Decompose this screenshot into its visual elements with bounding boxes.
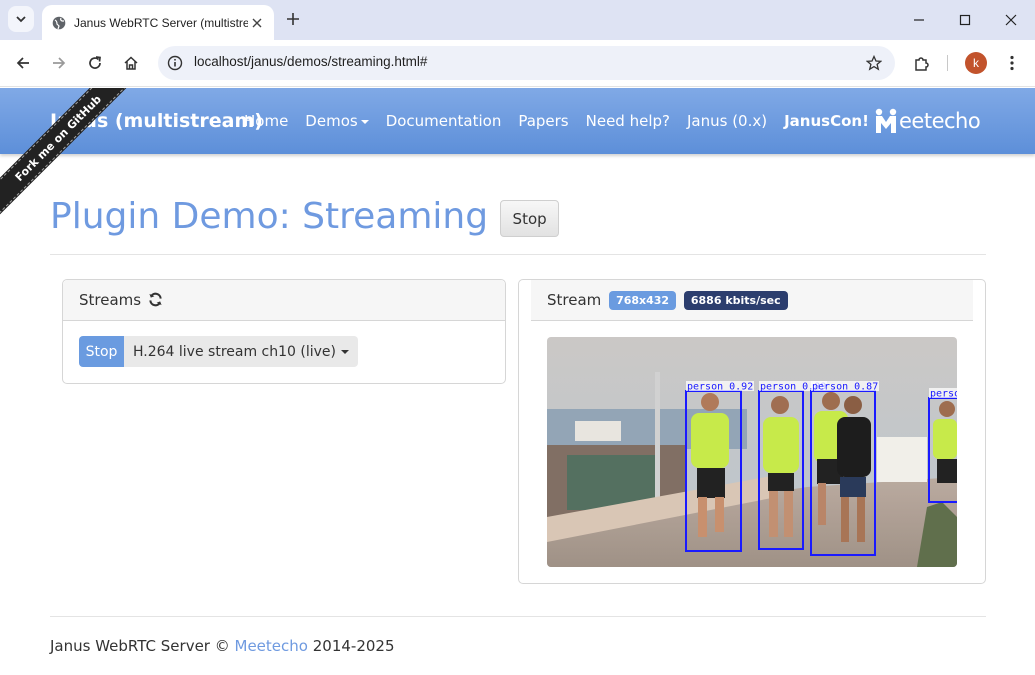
- footer-divider: [50, 616, 986, 617]
- footer: Janus WebRTC Server © Meetecho 2014-2025: [50, 637, 395, 655]
- maximize-button[interactable]: [955, 10, 975, 30]
- detection-label: person 0.87: [812, 382, 878, 393]
- meetecho-m-icon: [875, 108, 897, 133]
- footer-prefix: Janus WebRTC Server ©: [50, 637, 230, 655]
- nav-item-papers[interactable]: Papers: [518, 112, 568, 130]
- stream-controls: Stop H.264 live stream ch10 (live): [79, 336, 358, 367]
- tab-search-button[interactable]: [8, 6, 34, 32]
- stream-select-dropdown[interactable]: H.264 live stream ch10 (live): [124, 336, 358, 367]
- more-vertical-icon: [1010, 55, 1014, 71]
- new-tab-button[interactable]: [283, 9, 303, 29]
- page: Janus (multistream) Home Demos Documentati…: [0, 88, 1035, 675]
- forward-button[interactable]: [48, 52, 70, 74]
- nav-item-home[interactable]: Home: [244, 112, 288, 130]
- tab-close-icon[interactable]: [248, 14, 266, 32]
- globe-icon: [52, 16, 66, 29]
- bitrate-badge: 6886 kbits/sec: [683, 291, 788, 310]
- browser-menu-button[interactable]: [1001, 52, 1023, 74]
- caret-down-icon: [360, 119, 369, 124]
- arrow-right-icon: [53, 57, 66, 69]
- nav-item-janus-0-x[interactable]: Janus (0.x): [687, 112, 767, 130]
- video-frame: person 0.92person 0.89person 0.87person …: [547, 337, 957, 567]
- bookmark-star-icon[interactable]: [865, 54, 883, 72]
- detection-label: person 0.92: [687, 382, 753, 393]
- close-icon: [1005, 14, 1017, 26]
- streams-panel-title: Streams: [79, 291, 163, 309]
- close-window-button[interactable]: [1001, 10, 1021, 30]
- navbar-menu: Home Demos Documentation Papers Need help? Ja…: [244, 112, 886, 130]
- streams-panel: Streams Stop H.264 live stream ch10 (liv…: [62, 279, 506, 384]
- divider: [50, 254, 986, 255]
- heading-row: Plugin Demo: Streaming Stop: [50, 196, 560, 237]
- home-icon: [124, 56, 138, 70]
- back-button[interactable]: [12, 52, 34, 74]
- stream-panel-title: Stream 768x432 6886 kbits/sec: [547, 291, 788, 310]
- selected-stream-label: H.264 live stream ch10 (live): [133, 343, 336, 360]
- footer-years: 2014-2025: [312, 637, 395, 655]
- chevron-down-icon: [16, 16, 26, 23]
- page-title: Plugin Demo: Streaming: [50, 196, 489, 237]
- nav-item-documentation[interactable]: Documentation: [386, 112, 502, 130]
- stop-demo-button[interactable]: Stop: [500, 200, 560, 237]
- detection-label: person 0.85: [930, 389, 957, 400]
- video-player[interactable]: person 0.92person 0.89person 0.87person …: [547, 337, 957, 567]
- caret-down-icon: [340, 349, 349, 354]
- resolution-badge: 768x432: [609, 291, 677, 310]
- browser-titlebar: Janus WebRTC Server (multistre: [0, 0, 1035, 40]
- stop-stream-button[interactable]: Stop: [79, 336, 124, 367]
- stream-panel: Stream 768x432 6886 kbits/sec person 0.9…: [518, 279, 986, 584]
- minimize-button[interactable]: [909, 10, 929, 30]
- plus-icon: [287, 13, 299, 25]
- reload-button[interactable]: [84, 52, 106, 74]
- maximize-icon: [959, 14, 971, 26]
- tab-title: Janus WebRTC Server (multistre: [74, 15, 248, 30]
- home-button[interactable]: [120, 52, 142, 74]
- browser-tab[interactable]: Janus WebRTC Server (multistre: [42, 5, 274, 40]
- stream-panel-header: Stream 768x432 6886 kbits/sec: [531, 280, 973, 321]
- nav-item-need-help[interactable]: Need help?: [586, 112, 670, 130]
- extensions-button[interactable]: [911, 52, 933, 74]
- toolbar-divider: [947, 55, 948, 71]
- reload-icon: [89, 56, 101, 69]
- nav-item-januscon[interactable]: JanusCon!: [784, 112, 869, 130]
- navbar: Janus (multistream) Home Demos Documentati…: [0, 88, 1035, 154]
- arrow-left-icon: [16, 57, 29, 69]
- logo-text: eetecho: [899, 109, 981, 133]
- browser-toolbar: localhost/janus/demos/streaming.html#: [0, 40, 1035, 87]
- site-info-icon[interactable]: [166, 54, 184, 72]
- puzzle-icon: [915, 57, 929, 71]
- footer-link[interactable]: Meetecho: [235, 637, 308, 655]
- meetecho-logo[interactable]: eetecho: [874, 108, 981, 134]
- minimize-icon: [914, 19, 924, 21]
- nav-item-demos[interactable]: Demos: [305, 112, 369, 130]
- refresh-icon[interactable]: [148, 292, 163, 307]
- address-bar[interactable]: localhost/janus/demos/streaming.html#: [158, 46, 895, 80]
- url-text[interactable]: localhost/janus/demos/streaming.html#: [194, 54, 427, 69]
- streams-panel-header: Streams: [63, 280, 505, 321]
- profile-avatar[interactable]: k: [965, 52, 987, 74]
